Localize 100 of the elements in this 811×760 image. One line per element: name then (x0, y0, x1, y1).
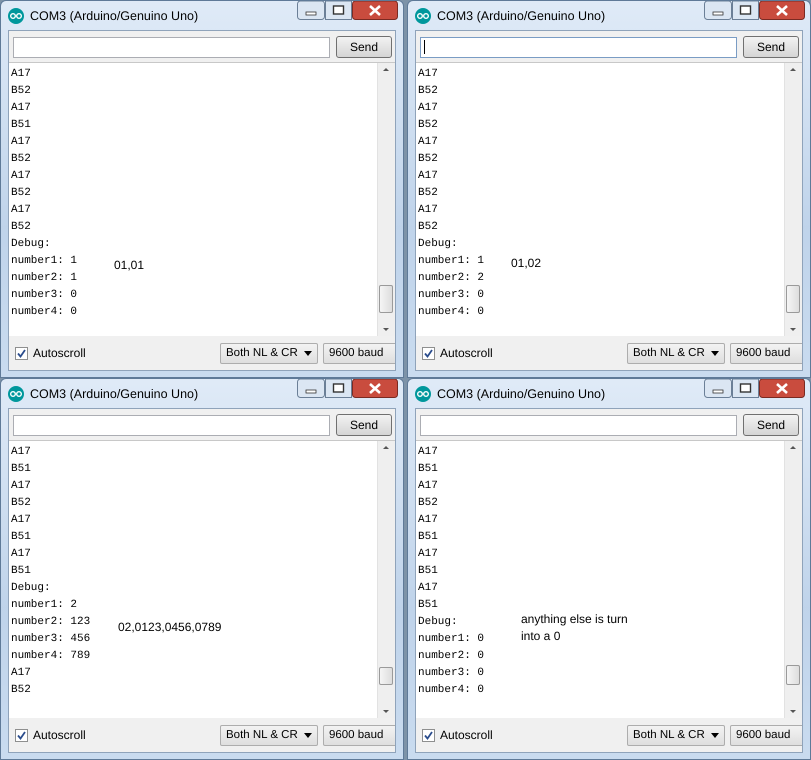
scroll-bar[interactable] (377, 441, 395, 718)
output-line: A17 (11, 101, 31, 116)
baud-dropdown[interactable]: 9600 baud (730, 724, 802, 746)
window-title: COM3 (Arduino/Genuino Uno) (30, 8, 198, 22)
output-line: B51 (418, 598, 438, 613)
output-line: B51 (418, 462, 438, 477)
output-line: B52 (11, 496, 31, 511)
output-line: A17 (11, 445, 31, 460)
line-ending-dropdown[interactable]: Both NL & CR (220, 724, 318, 746)
autoscroll-label: Autoscroll (440, 728, 493, 742)
window-title: COM3 (Arduino/Genuino Uno) (437, 8, 606, 22)
maximize-button[interactable] (732, 379, 759, 398)
app-logo-icon (8, 386, 24, 402)
output-line: B52 (11, 683, 31, 698)
send-button[interactable]: Send (336, 414, 392, 436)
window-title: COM3 (Arduino/Genuino Uno) (30, 386, 198, 400)
output-line: B52 (418, 84, 438, 99)
output-line: B52 (11, 186, 31, 201)
output-line: A17 (11, 479, 31, 494)
output-line: A17 (418, 445, 438, 460)
output-line: A17 (418, 135, 438, 150)
output-line: number4: 0 (11, 305, 78, 320)
output-line: number2: 1 (11, 271, 78, 286)
output-line: Debug: (11, 237, 51, 252)
output-line: B51 (418, 564, 438, 579)
output-line: number3: 0 (418, 666, 484, 681)
output-line: number1: 0 (418, 632, 484, 647)
autoscroll-checkbox[interactable] (15, 728, 28, 742)
output-line: number2: 2 (418, 271, 484, 286)
output-line: number3: 0 (11, 288, 78, 303)
output-line: B52 (418, 152, 438, 167)
baud-dropdown[interactable]: 9600 baud (323, 342, 395, 364)
autoscroll-checkbox[interactable] (422, 728, 435, 742)
output-line: A17 (418, 479, 438, 494)
output-line: B52 (11, 152, 31, 167)
close-button[interactable] (759, 379, 805, 398)
scroll-bar[interactable] (784, 63, 802, 336)
minimize-button[interactable] (297, 1, 325, 20)
input-field[interactable] (13, 414, 330, 436)
annotation-text: anything else is turn into a 0 (521, 611, 628, 645)
output-line: B51 (11, 462, 31, 477)
output-line: Debug: (11, 581, 51, 596)
caret-icon (711, 732, 719, 738)
output-line: A17 (11, 67, 31, 82)
output-line: B52 (418, 118, 438, 133)
line-ending-dropdown[interactable]: Both NL & CR (220, 342, 318, 364)
output-line: A17 (418, 581, 438, 596)
output-line: number1: 1 (418, 254, 484, 269)
output-line: number4: 789 (11, 649, 90, 664)
autoscroll-label: Autoscroll (33, 728, 86, 742)
output-line: B51 (418, 530, 438, 545)
send-button[interactable]: Send (336, 36, 392, 58)
input-field[interactable] (420, 36, 737, 58)
scroll-bar[interactable] (377, 63, 395, 336)
output-line: B52 (418, 496, 438, 511)
output-line: A17 (11, 169, 31, 184)
output-line: A17 (418, 101, 438, 116)
window-title: COM3 (Arduino/Genuino Uno) (437, 386, 606, 400)
output-line: Debug: (418, 237, 458, 252)
output-line: A17 (418, 203, 438, 218)
close-button[interactable] (352, 379, 398, 398)
output-line: Debug: (418, 615, 458, 630)
close-button[interactable] (759, 1, 805, 20)
output-line: A17 (11, 547, 31, 562)
send-button[interactable]: Send (743, 414, 799, 436)
close-button[interactable] (352, 1, 398, 20)
autoscroll-checkbox[interactable] (422, 346, 435, 360)
scroll-bar[interactable] (784, 441, 802, 718)
line-ending-dropdown[interactable]: Both NL & CR (627, 342, 725, 364)
annotation-text: 01,01 (114, 257, 144, 274)
annotation-text: 01,02 (511, 255, 542, 272)
output-line: A17 (11, 513, 31, 528)
output-line: B52 (418, 220, 438, 235)
caret-icon (304, 732, 312, 738)
app-logo-icon (415, 8, 431, 24)
output-line: A17 (418, 67, 438, 82)
maximize-button[interactable] (325, 1, 352, 20)
caret-icon (711, 350, 719, 356)
baud-dropdown[interactable]: 9600 baud (323, 724, 395, 746)
line-ending-dropdown[interactable]: Both NL & CR (627, 724, 725, 746)
output-line: number2: 0 (418, 649, 484, 664)
input-field[interactable] (13, 36, 330, 58)
autoscroll-checkbox[interactable] (15, 346, 28, 360)
output-line: number4: 0 (418, 305, 484, 320)
autoscroll-label: Autoscroll (440, 346, 493, 360)
output-line: number1: 1 (11, 254, 78, 269)
output-line: A17 (418, 169, 438, 184)
send-button[interactable]: Send (743, 36, 799, 58)
maximize-button[interactable] (325, 379, 352, 398)
output-line: A17 (11, 666, 31, 681)
minimize-button[interactable] (704, 1, 732, 20)
output-line: B51 (11, 530, 31, 545)
caret-icon (304, 350, 312, 356)
maximize-button[interactable] (732, 1, 759, 20)
baud-dropdown[interactable]: 9600 baud (730, 342, 802, 364)
minimize-button[interactable] (297, 379, 325, 398)
output-line: number4: 0 (418, 683, 484, 698)
minimize-button[interactable] (704, 379, 732, 398)
input-field[interactable] (420, 414, 737, 436)
output-line: A17 (11, 135, 31, 150)
